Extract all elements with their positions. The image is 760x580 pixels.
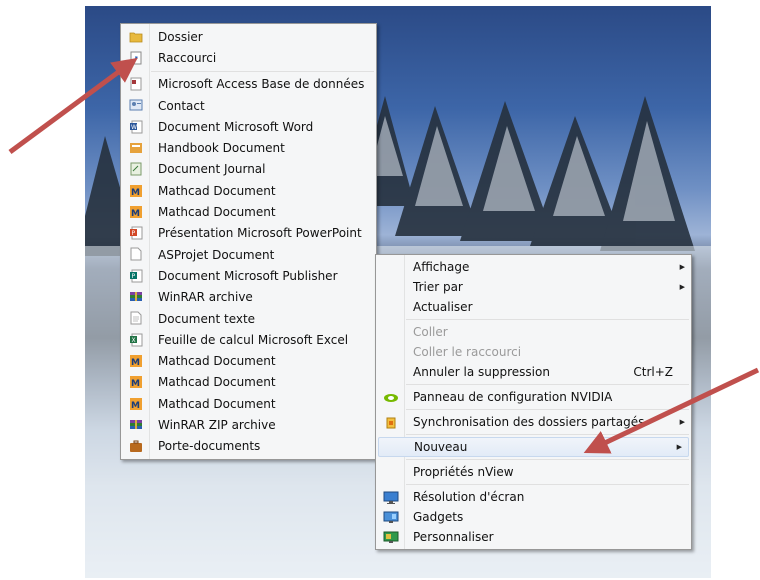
new-handbook-document-item[interactable]: Handbook Document [121,137,376,158]
new-excel-spreadsheet-item[interactable]: X Feuille de calcul Microsoft Excel [121,329,376,350]
paste-shortcut-menu-item: Coller le raccourci [413,345,522,359]
gadgets-menu-item[interactable]: Gadgets [376,507,691,527]
new-access-database-item[interactable]: Microsoft Access Base de données [121,74,376,95]
svg-text:P: P [132,273,136,280]
view-menu-item[interactable]: Affichage ▶ [376,257,691,277]
new-powerpoint-presentation-item[interactable]: P Présentation Microsoft PowerPoint [121,223,376,244]
contact-icon [128,98,144,113]
new-mathcad-document-item[interactable]: M Mathcad Document [121,201,376,222]
powerpoint-icon: P [128,226,144,241]
blank-document-icon [128,247,144,262]
svg-text:M: M [131,188,140,198]
mathcad-icon: M [128,353,144,368]
new-contact-item[interactable]: Contact [121,95,376,116]
personalize-icon [383,530,399,545]
submenu-arrow-icon: ▶ [679,263,685,271]
screen-resolution-menu-item[interactable]: Résolution d'écran [376,487,691,507]
svg-text:M: M [131,209,140,219]
sync-shared-folders-menu-item[interactable]: Synchronisation des dossiers partagés ▶ [376,412,691,432]
desktop-context-menu: Affichage ▶ Trier par ▶ Actualiser Colle… [375,254,692,550]
svg-text:W: W [131,124,137,131]
submenu-arrow-icon: ▶ [679,418,685,426]
mathcad-icon: M [128,396,144,411]
new-briefcase-item[interactable]: Porte-documents [121,436,376,457]
new-mathcad-document-item[interactable]: M Mathcad Document [121,393,376,414]
svg-text:M: M [131,358,140,368]
menu-separator [406,459,689,460]
access-icon [128,77,144,92]
new-folder-item[interactable]: Dossier [121,26,376,47]
undo-delete-menu-item[interactable]: Annuler la suppression Ctrl+Z [376,362,691,382]
new-winrar-archive-item[interactable]: WinRAR archive [121,287,376,308]
mathcad-icon: M [128,204,144,219]
new-shortcut-item[interactable]: Raccourci [121,47,376,68]
menu-separator [151,70,374,72]
new-mathcad-document-item[interactable]: M Mathcad Document [121,180,376,201]
nvidia-icon [383,390,399,405]
menu-separator [406,319,689,320]
submenu-arrow-icon: ▶ [676,443,682,451]
new-publisher-document-item[interactable]: P Document Microsoft Publisher [121,265,376,286]
word-icon: W [128,119,144,134]
briefcase-icon [128,439,144,454]
text-document-icon [128,311,144,326]
menu-separator [406,384,689,385]
refresh-menu-item[interactable]: Actualiser [376,297,691,317]
svg-text:M: M [131,401,140,411]
nvidia-control-panel-menu-item[interactable]: Panneau de configuration NVIDIA [376,387,691,407]
shortcut-icon [128,50,144,65]
winrar-zip-icon [128,417,144,432]
publisher-icon: P [128,268,144,283]
journal-icon [128,162,144,177]
sort-by-menu-item[interactable]: Trier par ▶ [376,277,691,297]
paste-menu-item: Coller [413,325,448,339]
sync-icon [383,415,399,430]
new-asprojet-document-item[interactable]: ASProjet Document [121,244,376,265]
personalize-menu-item[interactable]: Personnaliser [376,527,691,547]
monitor-icon [383,490,399,505]
nview-properties-menu-item[interactable]: Propriétés nView [376,462,691,482]
new-mathcad-document-item[interactable]: M Mathcad Document [121,350,376,371]
excel-icon: X [128,332,144,347]
new-menu-item[interactable]: Nouveau ▶ [378,437,689,457]
winrar-icon [128,290,144,305]
keyboard-shortcut: Ctrl+Z [633,365,673,379]
mathcad-icon: M [128,183,144,198]
menu-separator [406,409,689,410]
menu-separator [406,484,689,485]
new-word-document-item[interactable]: W Document Microsoft Word [121,116,376,137]
svg-text:M: M [131,379,140,389]
handbook-icon [128,140,144,155]
new-journal-document-item[interactable]: Document Journal [121,159,376,180]
menu-separator [406,434,689,435]
folder-icon [128,29,144,44]
new-text-document-item[interactable]: Document texte [121,308,376,329]
new-submenu: Dossier Raccourci Microsoft Access Base … [120,23,377,460]
submenu-arrow-icon: ▶ [679,283,685,291]
mathcad-icon: M [128,375,144,390]
svg-text:X: X [132,337,136,344]
svg-text:P: P [132,230,136,237]
new-mathcad-document-item[interactable]: M Mathcad Document [121,372,376,393]
new-winrar-zip-archive-item[interactable]: WinRAR ZIP archive [121,414,376,435]
gadgets-icon [383,510,399,525]
